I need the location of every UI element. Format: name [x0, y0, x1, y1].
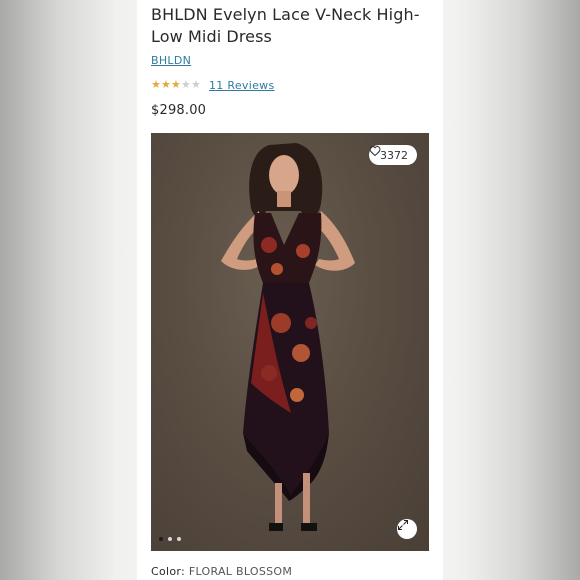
color-value: FLORAL BLOSSOM — [188, 565, 293, 578]
like-button[interactable]: 3372 — [369, 145, 417, 165]
expand-icon — [398, 520, 408, 530]
color-label: Color: — [151, 565, 186, 578]
star-icon: ★ — [181, 78, 191, 91]
color-selection: Color: FLORAL BLOSSOM — [151, 565, 292, 578]
star-rating: ★ ★ ★ ★ ★ — [151, 79, 201, 91]
brand-link[interactable]: BHLDN — [151, 54, 191, 67]
dress-model-image — [221, 143, 355, 531]
product-title: BHLDN Evelyn Lace V-Neck High-Low Midi D… — [151, 5, 420, 46]
product-price: $298.00 — [151, 103, 207, 118]
reviews-link[interactable]: 11 Reviews — [209, 79, 274, 92]
carousel-dot[interactable] — [159, 537, 163, 541]
rating-row: ★ ★ ★ ★ ★ 11 Reviews — [151, 78, 274, 92]
carousel-dots — [159, 537, 181, 541]
product-card: BHLDN Evelyn Lace V-Neck High-Low Midi D… — [137, 0, 443, 580]
star-icon: ★ — [161, 78, 171, 91]
expand-button[interactable] — [397, 519, 417, 539]
star-icon: ★ — [191, 78, 201, 91]
carousel-dot[interactable] — [177, 537, 181, 541]
heart-icon — [369, 145, 381, 157]
star-icon: ★ — [171, 78, 181, 91]
star-icon: ★ — [151, 78, 161, 91]
product-photo[interactable]: 3372 — [151, 133, 429, 551]
carousel-dot[interactable] — [168, 537, 172, 541]
like-count: 3372 — [380, 148, 408, 162]
